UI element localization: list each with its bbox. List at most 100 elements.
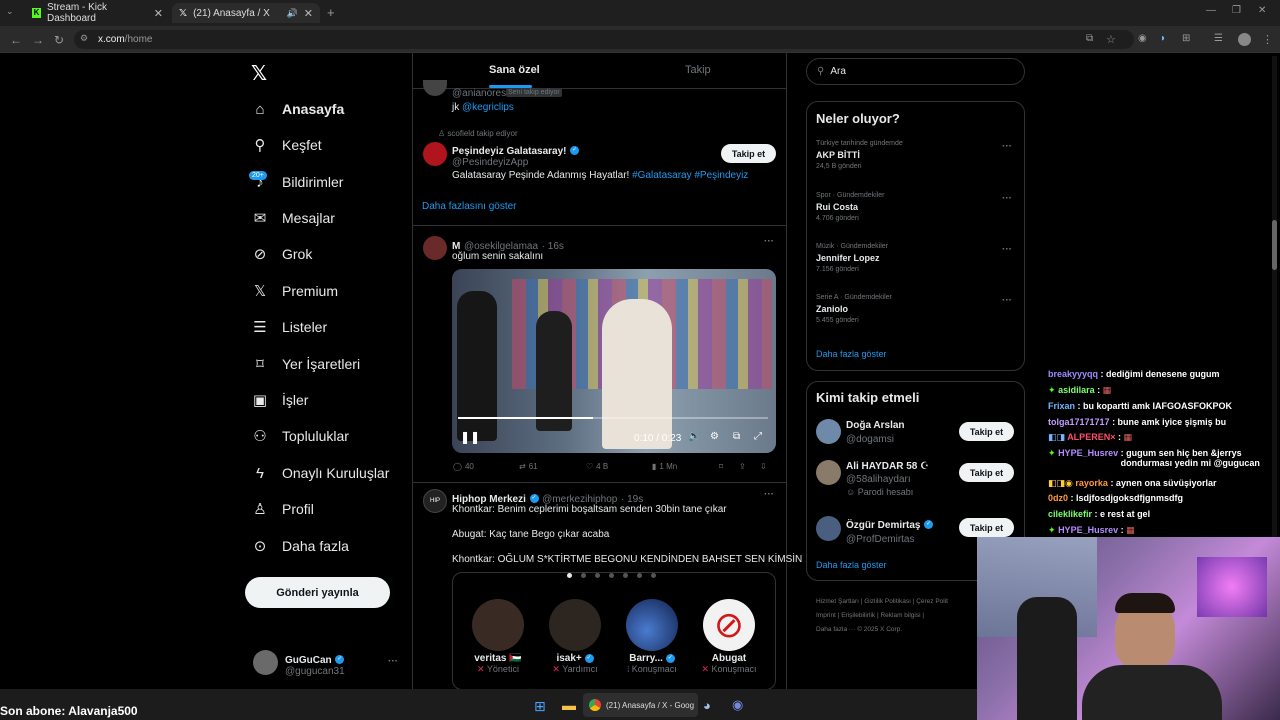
follow-button[interactable]: Takip et xyxy=(959,518,1014,537)
window-close-button[interactable]: ✕ xyxy=(1258,5,1266,16)
sidebar-item-explore[interactable]: ⚲ Keşfet xyxy=(252,130,322,160)
share-button[interactable]: ⇪ xyxy=(739,462,746,471)
reload-icon[interactable]: ↻ xyxy=(54,33,64,47)
carousel-dot[interactable] xyxy=(567,573,572,578)
reply-button[interactable]: ◯ 40 xyxy=(453,462,474,471)
suggested-user[interactable]: Özgür Demirtaş ✓ @ProfDemirtas xyxy=(846,516,934,545)
discord-icon[interactable]: ◉ xyxy=(732,697,743,713)
avatar[interactable]: HIP xyxy=(423,489,447,513)
tab-kick-dashboard[interactable]: K Stream - Kick Dashboard ✕ xyxy=(25,2,170,24)
show-more-link[interactable]: Daha fazla göster xyxy=(816,349,887,359)
site-info-icon[interactable]: ⚙ xyxy=(80,33,88,44)
puzzle-icon[interactable]: ⊞ xyxy=(1182,33,1190,44)
avatar[interactable] xyxy=(816,516,841,541)
footer-link[interactable]: Reklam bilgisi xyxy=(880,612,920,619)
speaker-avatar[interactable] xyxy=(626,599,678,651)
new-tab-button[interactable]: + xyxy=(327,5,335,20)
carousel-dot[interactable] xyxy=(609,573,614,578)
repost-button[interactable]: ⇄ 61 xyxy=(519,462,538,471)
post-video[interactable]: ❚❚ 0:10 / 0:23 🔈 ⚙ ⧉ ⤢ xyxy=(452,269,776,453)
extension-icon[interactable]: ◗ xyxy=(1160,33,1166,44)
follow-button[interactable]: Takip et xyxy=(959,463,1014,482)
minimize-button[interactable]: — xyxy=(1206,5,1216,16)
sidebar-item-premium[interactable]: 𝕏 Premium xyxy=(252,276,338,306)
more-icon[interactable]: ··· xyxy=(764,236,774,247)
video-progress-track[interactable] xyxy=(458,417,768,419)
suggested-user[interactable]: Ali HAYDAR 58 ☪ @58alihaydarı ☺ Parodi h… xyxy=(846,461,929,497)
sidebar-item-verified-orgs[interactable]: ϟ Onaylı Kuruluşlar xyxy=(252,458,389,488)
mention-link[interactable]: @kegriclips xyxy=(462,102,514,113)
avatar[interactable] xyxy=(816,419,841,444)
tab-search-icon[interactable]: ⌄ xyxy=(6,6,14,17)
footer-link[interactable]: Daha fazla ··· xyxy=(816,626,855,633)
footer-link[interactable]: Erişilebilirlik xyxy=(841,612,875,619)
profile-avatar[interactable] xyxy=(1238,33,1251,46)
sidebar-item-home[interactable]: ⌂ Anasayfa xyxy=(252,94,344,124)
x-logo-icon[interactable]: 𝕏 xyxy=(251,61,267,86)
post-time[interactable]: · 16s xyxy=(542,241,564,252)
settings-icon[interactable]: ⚙ xyxy=(710,431,719,442)
hashtag-link[interactable]: #Galatasaray #Peşindeyiz xyxy=(632,170,748,181)
carousel-dot[interactable] xyxy=(581,573,586,578)
more-icon[interactable]: ··· xyxy=(1002,295,1012,306)
show-more-link[interactable]: Daha fazla göster xyxy=(816,560,887,570)
sidebar-item-more[interactable]: ⊙ Daha fazla xyxy=(252,531,349,561)
close-icon[interactable]: ✕ xyxy=(304,7,313,20)
trend-item[interactable]: Müzik · Gündemdekiler Jennifer Lopez 7.1… xyxy=(816,243,888,273)
more-icon[interactable]: ··· xyxy=(764,489,774,500)
sidebar-item-bookmarks[interactable]: ⌑ Yer İşaretleri xyxy=(252,349,360,379)
footer-link[interactable]: Hizmet Şartları xyxy=(816,598,859,605)
media-icon[interactable]: ☰ xyxy=(1214,33,1223,44)
install-icon[interactable]: ⧉ xyxy=(1086,33,1093,44)
windows-start-icon[interactable]: ⊞ xyxy=(534,698,546,715)
address-bar[interactable]: x.com/home xyxy=(74,30,1134,49)
download-button[interactable]: ⇩ xyxy=(760,462,767,471)
file-explorer-icon[interactable]: ▬ xyxy=(562,697,576,713)
follow-button[interactable]: Takip et xyxy=(959,422,1014,441)
taskbar-chrome-button[interactable]: (21) Anasayfa / X - Goog xyxy=(583,693,698,717)
pause-icon[interactable]: ❚❚ xyxy=(460,430,480,444)
bookmark-star-icon[interactable]: ☆ xyxy=(1106,33,1116,46)
maximize-button[interactable]: ❐ xyxy=(1232,5,1241,16)
steam-icon[interactable]: ◕ xyxy=(703,698,711,713)
trend-item[interactable]: Spor · Gündemdekiler Rui Costa 4.706 gön… xyxy=(816,192,884,222)
volume-icon[interactable]: 🔈 xyxy=(688,431,700,442)
more-icon[interactable]: ··· xyxy=(1002,193,1012,204)
like-button[interactable]: ♡ 4 B xyxy=(586,462,608,471)
carousel-dot[interactable] xyxy=(651,573,656,578)
footer-link[interactable]: Gizlilik Politikası xyxy=(864,598,911,605)
scrollbar-thumb[interactable] xyxy=(1272,220,1277,270)
sidebar-item-lists[interactable]: ☰ Listeler xyxy=(252,312,327,342)
extension-icon[interactable]: ◉ xyxy=(1138,33,1147,44)
search-input[interactable]: ⚲ Ara xyxy=(806,58,1025,85)
more-icon[interactable]: ··· xyxy=(1002,141,1012,152)
suggested-user[interactable]: Doğa Arslan @dogamsi xyxy=(846,420,905,445)
speaker-icon[interactable]: 🔊 xyxy=(287,8,298,19)
tab-for-you[interactable]: Sana özel xyxy=(489,64,540,76)
speaker-avatar[interactable]: ⊘ xyxy=(703,599,755,651)
avatar[interactable] xyxy=(816,460,841,485)
forward-icon[interactable]: → xyxy=(32,33,44,47)
follow-button[interactable]: Takip et xyxy=(721,144,776,163)
carousel-dot[interactable] xyxy=(637,573,642,578)
avatar[interactable] xyxy=(423,142,447,166)
footer-link[interactable]: Imprint xyxy=(816,612,836,619)
user-handle[interactable]: @anianores xyxy=(452,88,506,99)
tab-x-home[interactable]: 𝕏 (21) Anasayfa / X 🔊 ✕ xyxy=(172,3,320,23)
carousel-dot[interactable] xyxy=(623,573,628,578)
sidebar-item-messages[interactable]: ✉ Mesajlar xyxy=(252,203,335,233)
menu-icon[interactable]: ⋮ xyxy=(1262,33,1273,46)
sidebar-item-communities[interactable]: ⚇ Topluluklar xyxy=(252,421,349,451)
sidebar-item-profile[interactable]: ♙ Profil xyxy=(252,494,314,524)
close-icon[interactable]: ✕ xyxy=(154,7,163,20)
footer-link[interactable]: Çerez Polit xyxy=(916,598,948,605)
views-button[interactable]: ▮ 1 Mn xyxy=(652,462,677,471)
back-icon[interactable]: ← xyxy=(10,33,22,47)
bookmark-button[interactable]: ⌑ xyxy=(719,462,723,471)
speaker-avatar[interactable] xyxy=(472,599,524,651)
account-avatar[interactable] xyxy=(253,650,278,675)
show-more-link[interactable]: Daha fazlasını göster xyxy=(422,201,517,212)
trend-item[interactable]: Türkiye tarihinde gündemde AKP BİTTİ 24,… xyxy=(816,140,903,170)
speaker-avatar[interactable] xyxy=(549,599,601,651)
tab-following[interactable]: Takip xyxy=(685,64,711,76)
